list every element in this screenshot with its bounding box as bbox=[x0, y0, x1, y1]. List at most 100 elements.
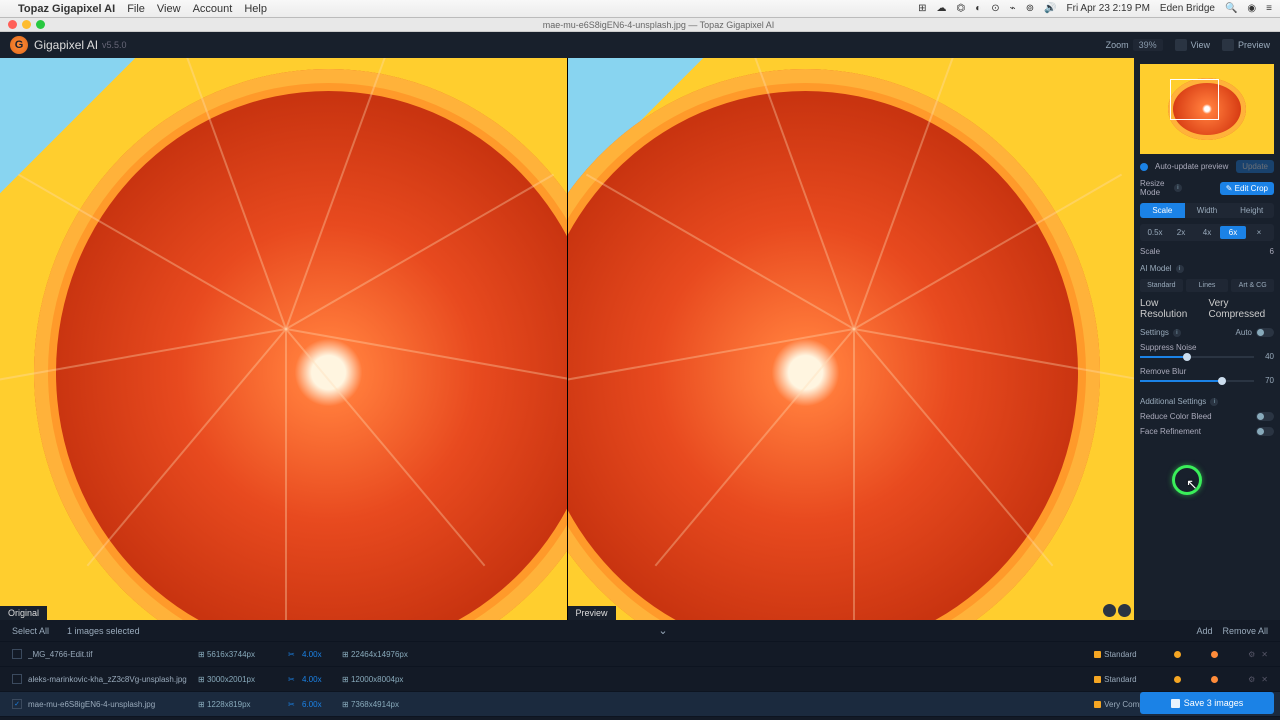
model-row2: Low Resolution Very Compressed bbox=[1140, 298, 1274, 320]
zoom-value[interactable]: 39% bbox=[1133, 39, 1163, 51]
maximize-window-icon[interactable] bbox=[36, 20, 45, 29]
preview-label: Preview bbox=[1238, 40, 1270, 50]
menu-help[interactable]: Help bbox=[244, 3, 267, 15]
update-button[interactable]: Update bbox=[1236, 160, 1274, 173]
face-refinement-switch[interactable] bbox=[1256, 427, 1274, 436]
row-checkbox[interactable]: ✓ bbox=[12, 699, 22, 709]
view-icon bbox=[1175, 39, 1187, 51]
scale-value: 6 bbox=[1270, 247, 1274, 256]
clock[interactable]: Fri Apr 23 2:19 PM bbox=[1067, 3, 1150, 14]
info-icon[interactable]: i bbox=[1174, 184, 1182, 192]
factor-0.5x[interactable]: 0.5x bbox=[1142, 226, 1168, 239]
preview-control[interactable]: Preview bbox=[1222, 39, 1270, 51]
remove-blur-slider[interactable]: 70 bbox=[1140, 376, 1274, 385]
row-checkbox[interactable] bbox=[12, 674, 22, 684]
preview-image bbox=[568, 58, 1135, 620]
auto-update-toggle[interactable] bbox=[1140, 163, 1148, 171]
selection-status: 1 images selected bbox=[67, 626, 140, 636]
model-lowres[interactable]: Low Resolution bbox=[1140, 298, 1206, 320]
zoom-control[interactable]: Zoom 39% bbox=[1106, 39, 1163, 51]
crop-icon[interactable]: ✂ bbox=[288, 675, 302, 684]
remove-blur-label: Remove Blur bbox=[1140, 367, 1274, 376]
row-settings-icon[interactable]: ⚙ bbox=[1248, 650, 1255, 659]
factor-6x[interactable]: 6x bbox=[1220, 226, 1246, 239]
save-images-button[interactable]: Save 3 images bbox=[1140, 692, 1274, 714]
canvas-tool-icon[interactable] bbox=[1103, 604, 1116, 617]
auto-switch[interactable] bbox=[1256, 328, 1274, 337]
select-all-button[interactable]: Select All bbox=[12, 626, 49, 636]
view-label: View bbox=[1191, 40, 1210, 50]
image-row[interactable]: ✓ mae-mu-e6S8igEN6-4-unsplash.jpg ⊞ 1228… bbox=[0, 692, 1280, 717]
close-window-icon[interactable] bbox=[8, 20, 17, 29]
app-name: Gigapixel AI bbox=[34, 38, 98, 52]
remove-blur-value: 70 bbox=[1258, 376, 1274, 385]
row-settings-icon[interactable]: ⚙ bbox=[1248, 675, 1255, 684]
wifi-icon[interactable]: ⊚ bbox=[1026, 3, 1034, 14]
window-titlebar: mae-mu-e6S8igEN6-4-unsplash.jpg — Topaz … bbox=[0, 18, 1280, 32]
control-center-icon[interactable]: ◉ bbox=[1247, 3, 1256, 14]
preview-badge: Preview bbox=[568, 606, 616, 620]
resize-mode-tabs[interactable]: Scale Width Height bbox=[1140, 203, 1274, 218]
model-lines[interactable]: Lines bbox=[1186, 279, 1229, 292]
image-rows: _MG_4766-Edit.tif ⊞ 5616x3744px ✂ 4.00x … bbox=[0, 642, 1280, 720]
user-name[interactable]: Eden Bridge bbox=[1160, 3, 1215, 14]
scale-factors[interactable]: 0.5x 2x 4x 6x × bbox=[1140, 224, 1274, 241]
row-filename: _MG_4766-Edit.tif bbox=[28, 650, 198, 659]
factor-2x[interactable]: 2x bbox=[1168, 226, 1194, 239]
reduce-color-bleed-switch[interactable] bbox=[1256, 412, 1274, 421]
navigator-thumbnail[interactable] bbox=[1140, 64, 1274, 154]
status-icon: ⊞ bbox=[918, 3, 926, 14]
add-button[interactable]: Add bbox=[1196, 626, 1212, 636]
app-menu[interactable]: Topaz Gigapixel AI bbox=[18, 3, 115, 15]
model-artcg[interactable]: Art & CG bbox=[1231, 279, 1274, 292]
row-remove-icon[interactable]: ✕ bbox=[1261, 650, 1268, 659]
status-icon: ⊙ bbox=[991, 3, 999, 14]
volume-icon[interactable]: 🔊 bbox=[1044, 3, 1056, 14]
disk-icon bbox=[1171, 699, 1180, 708]
cursor-icon: ↖ bbox=[1186, 476, 1198, 493]
suppress-noise-label: Suppress Noise bbox=[1140, 343, 1274, 352]
info-icon[interactable]: i bbox=[1210, 398, 1218, 406]
status-icon: ☁ bbox=[937, 3, 947, 14]
auto-label: Auto bbox=[1236, 328, 1252, 337]
model-standard[interactable]: Standard bbox=[1140, 279, 1183, 292]
row-remove-icon[interactable]: ✕ bbox=[1261, 675, 1268, 684]
crop-icon[interactable]: ✂ bbox=[288, 650, 302, 659]
factor-4x[interactable]: 4x bbox=[1194, 226, 1220, 239]
model-verycompressed[interactable]: Very Compressed bbox=[1209, 298, 1275, 320]
tab-width[interactable]: Width bbox=[1185, 203, 1230, 218]
view-control[interactable]: View bbox=[1175, 39, 1210, 51]
info-icon[interactable]: i bbox=[1176, 265, 1184, 273]
menu-view[interactable]: View bbox=[157, 3, 181, 15]
image-row[interactable]: _MG_4766-Edit.tif ⊞ 5616x3744px ✂ 4.00x … bbox=[0, 642, 1280, 667]
menu-account[interactable]: Account bbox=[193, 3, 233, 15]
status-icon: ◐ bbox=[975, 3, 981, 14]
suppress-noise-slider[interactable]: 40 bbox=[1140, 352, 1274, 361]
row-filename: mae-mu-e6S8igEN6-4-unsplash.jpg bbox=[28, 700, 198, 709]
collapse-chevron-icon[interactable]: ⌄ bbox=[658, 624, 667, 637]
remove-all-button[interactable]: Remove All bbox=[1222, 626, 1268, 636]
search-icon[interactable]: 🔍 bbox=[1225, 3, 1237, 14]
tab-scale[interactable]: Scale bbox=[1140, 203, 1185, 218]
status-icon: ⌁ bbox=[1010, 3, 1016, 14]
row-checkbox[interactable] bbox=[12, 649, 22, 659]
tab-height[interactable]: Height bbox=[1229, 203, 1274, 218]
navigator-roi[interactable] bbox=[1170, 79, 1219, 120]
resize-mode-label: Resize Mode bbox=[1140, 179, 1170, 197]
menu-file[interactable]: File bbox=[127, 3, 145, 15]
image-row[interactable]: aleks-marinkovic-kha_zZ3c8Vg-unsplash.jp… bbox=[0, 667, 1280, 692]
info-icon[interactable]: i bbox=[1173, 329, 1181, 337]
status-icon: ⏣ bbox=[957, 3, 966, 14]
edit-crop-button[interactable]: ✎ Edit Crop bbox=[1220, 182, 1274, 195]
zoom-label: Zoom bbox=[1106, 40, 1129, 50]
row-filename: aleks-marinkovic-kha_zZ3c8Vg-unsplash.jp… bbox=[28, 675, 198, 684]
crop-icon[interactable]: ✂ bbox=[288, 700, 302, 709]
siri-icon[interactable]: ≡ bbox=[1266, 3, 1272, 14]
canvas-tool-icon[interactable] bbox=[1118, 604, 1131, 617]
app-toolbar: G Gigapixel AI v5.5.0 Zoom 39% View Prev… bbox=[0, 32, 1280, 58]
mac-menubar: Topaz Gigapixel AI File View Account Hel… bbox=[0, 0, 1280, 18]
suppress-noise-value: 40 bbox=[1258, 352, 1274, 361]
minimize-window-icon[interactable] bbox=[22, 20, 31, 29]
comparison-canvas[interactable]: Original Preview bbox=[0, 58, 1134, 620]
factor-custom[interactable]: × bbox=[1246, 226, 1272, 239]
